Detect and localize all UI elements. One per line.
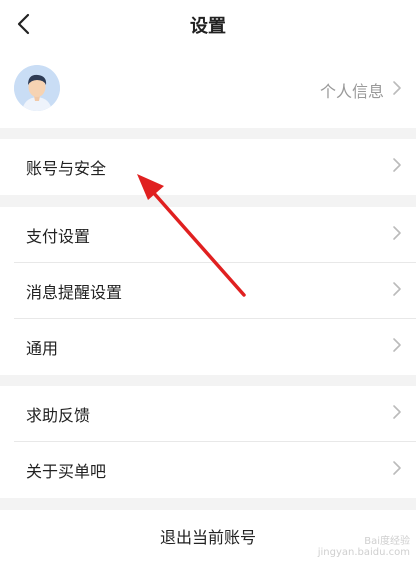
chevron-right-icon bbox=[392, 281, 402, 301]
row-label: 求助反馈 bbox=[26, 406, 91, 425]
profile-info-label: 个人信息 bbox=[319, 82, 384, 101]
row-account-security[interactable]: 账号与安全 bbox=[0, 139, 416, 195]
avatar bbox=[14, 65, 60, 111]
watermark-line2: jingyan.baidu.com bbox=[317, 547, 410, 558]
chevron-right-icon bbox=[392, 337, 402, 357]
chevron-right-icon bbox=[392, 460, 402, 480]
watermark: Bai度经验 jingyan.baidu.com bbox=[318, 532, 410, 558]
row-label: 支付设置 bbox=[26, 227, 91, 246]
profile-info-link[interactable]: 个人信息 bbox=[320, 78, 402, 102]
row-about[interactable]: 关于买单吧 bbox=[0, 442, 416, 498]
profile-row[interactable]: 个人信息 bbox=[0, 50, 416, 128]
settings-group-general: 支付设置 消息提醒设置 通用 bbox=[0, 207, 416, 375]
row-notification-settings[interactable]: 消息提醒设置 bbox=[0, 263, 416, 319]
row-label: 关于买单吧 bbox=[26, 462, 107, 481]
chevron-right-icon bbox=[392, 404, 402, 424]
chevron-right-icon bbox=[392, 80, 402, 100]
row-payment-settings[interactable]: 支付设置 bbox=[0, 207, 416, 263]
watermark-line1: Bai度经验 bbox=[364, 536, 410, 547]
row-label: 通用 bbox=[26, 339, 59, 358]
row-help-feedback[interactable]: 求助反馈 bbox=[0, 386, 416, 442]
top-bar: 设置 bbox=[0, 0, 416, 50]
row-general[interactable]: 通用 bbox=[0, 319, 416, 375]
row-label: 账号与安全 bbox=[26, 159, 107, 178]
row-label: 消息提醒设置 bbox=[26, 283, 123, 302]
page-title: 设置 bbox=[190, 16, 226, 37]
settings-group-help: 求助反馈 关于买单吧 bbox=[0, 386, 416, 498]
settings-group-account: 账号与安全 bbox=[0, 139, 416, 195]
logout-label: 退出当前账号 bbox=[159, 528, 256, 547]
chevron-right-icon bbox=[392, 225, 402, 245]
chevron-right-icon bbox=[392, 157, 402, 177]
